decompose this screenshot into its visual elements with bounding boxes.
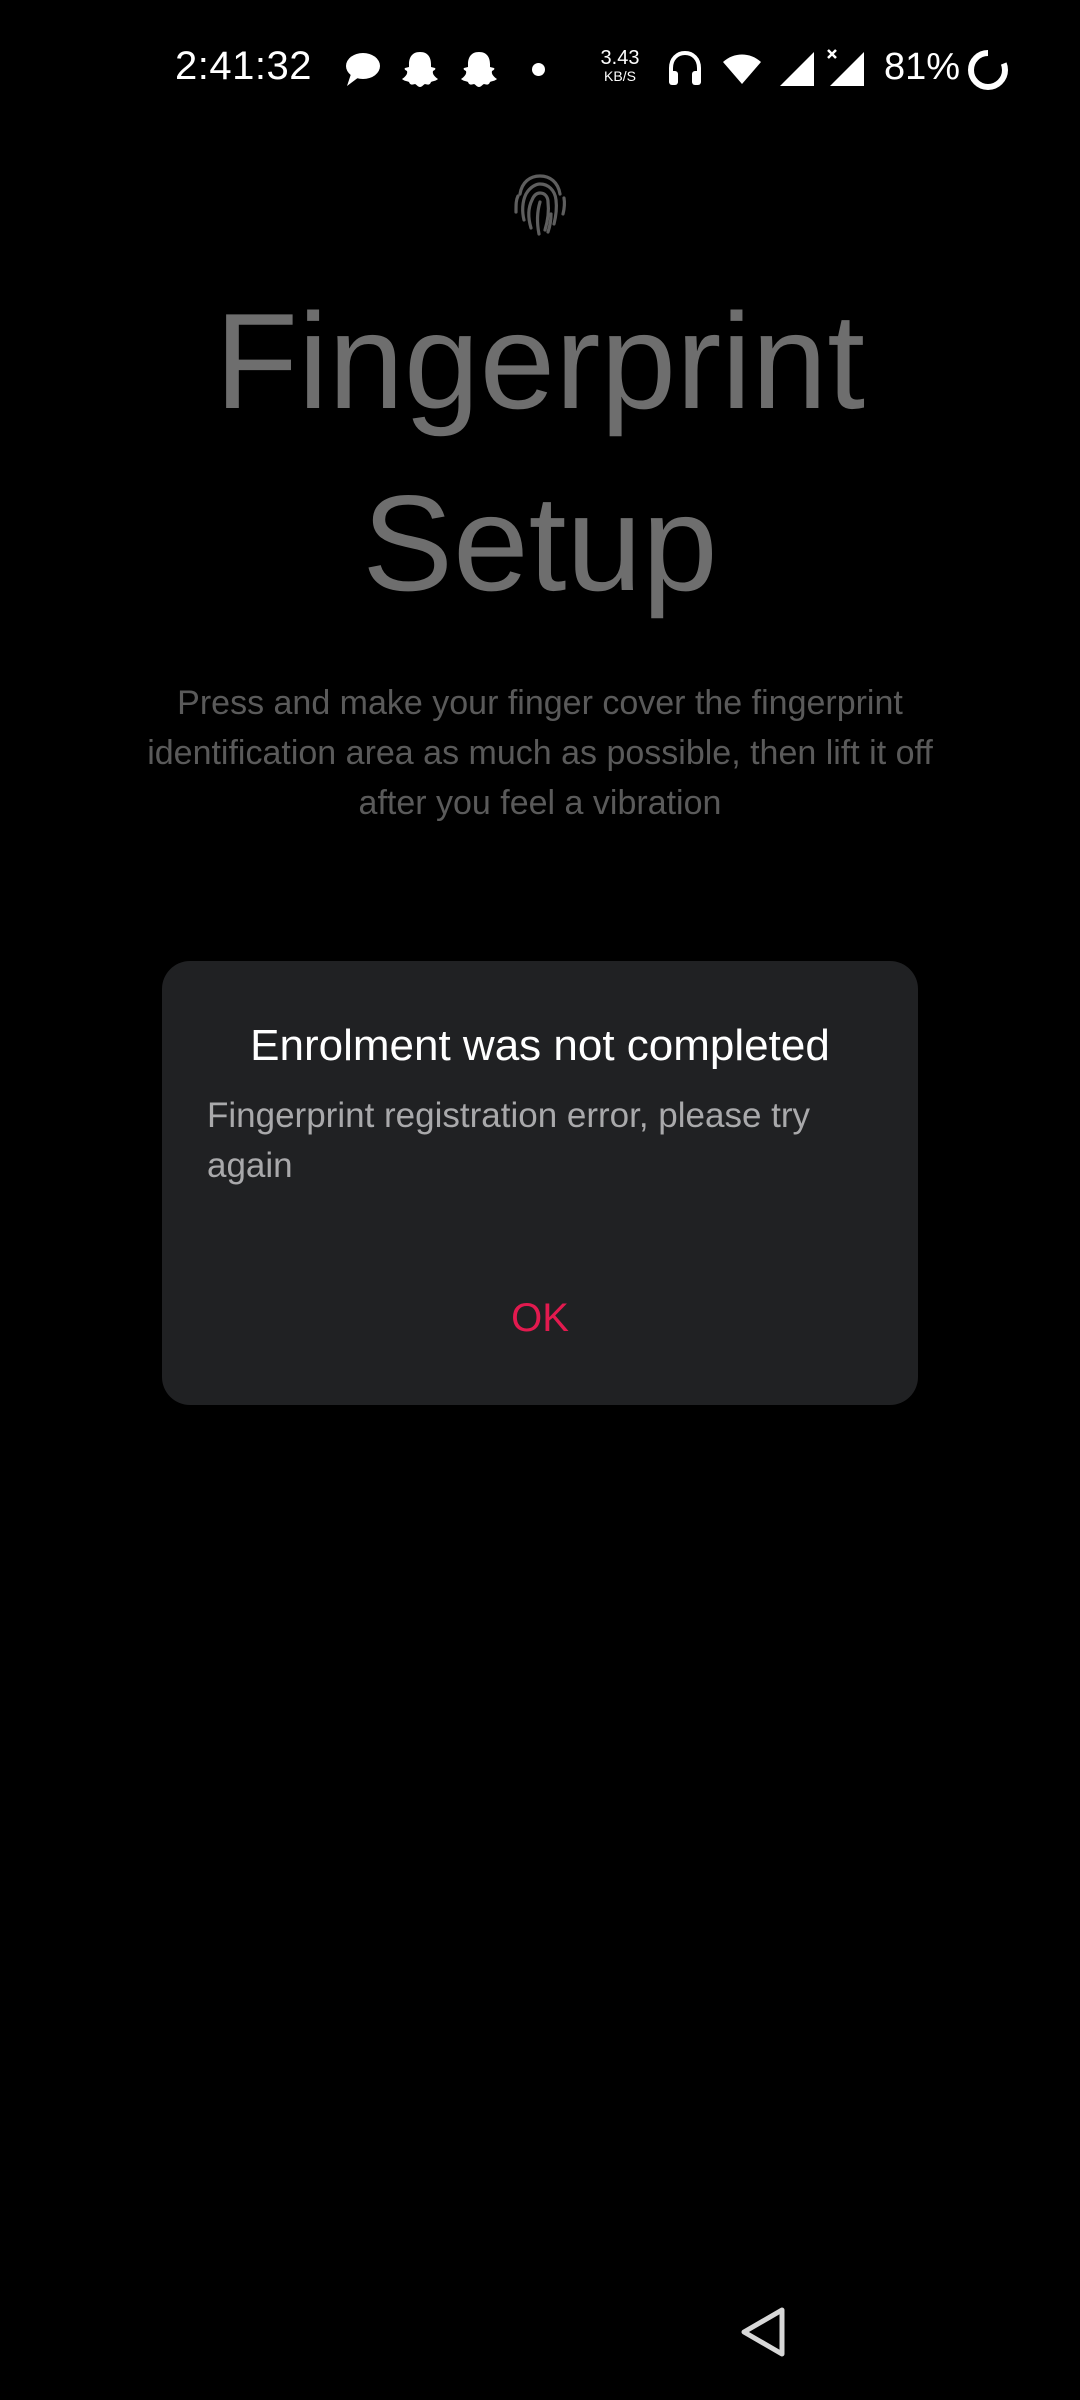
network-speed-unit: KB/S [604, 68, 636, 84]
wifi-icon [723, 54, 761, 84]
back-triangle-icon[interactable] [736, 2304, 790, 2360]
fingerprint-icon [514, 174, 567, 236]
headset-icon [669, 50, 701, 85]
snapchat-ghost-icon [461, 52, 497, 87]
page-title-line2: Setup [362, 467, 718, 619]
status-bar: 2:41:32 3.43 KB/S 81% [0, 0, 1080, 140]
battery-percentage: 81% [884, 46, 961, 88]
page-title-line1: Fingerprint [214, 285, 866, 437]
network-speed-indicator: 3.43 KB/S [594, 48, 646, 83]
chat-bubble-icon [346, 53, 380, 86]
battery-ring-icon [968, 50, 1008, 90]
cell-signal-icon [780, 52, 814, 86]
cell-signal-no-data-icon [827, 49, 864, 86]
setup-instructions: Press and make your finger cover the fin… [147, 684, 933, 822]
notification-dot-icon [532, 63, 545, 76]
page-title: Fingerprint Setup [0, 270, 1080, 634]
dialog-message: Fingerprint registration error, please t… [207, 1096, 811, 1185]
snapchat-ghost-icon [402, 52, 438, 87]
status-time: 2:41:32 [175, 44, 312, 88]
ok-button[interactable]: OK [440, 1281, 640, 1355]
error-dialog: Enrolment was not completed Fingerprint … [162, 961, 918, 1405]
dialog-title: Enrolment was not completed [250, 1021, 830, 1070]
network-speed-value: 3.43 [600, 47, 640, 69]
